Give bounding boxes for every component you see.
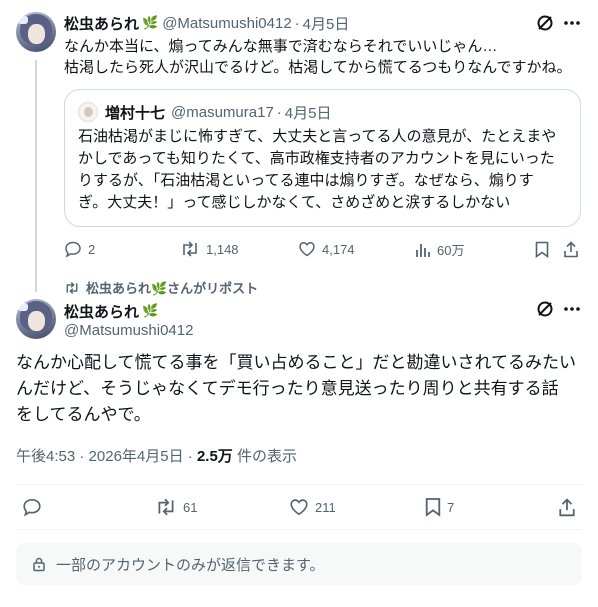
- tweet-meta: 午後4:53 · 2026年4月5日 · 2.5万 件の表示: [16, 445, 297, 466]
- heart-icon: [299, 242, 315, 257]
- author-avatar[interactable]: [16, 299, 56, 339]
- grok-icon[interactable]: [534, 298, 556, 320]
- quoted-text-line: りするが、「石油枯渇といってる連中は煽りすぎ。なぜなら、煽りす: [78, 172, 534, 189]
- bookmark-button[interactable]: [532, 240, 552, 258]
- grok-icon[interactable]: [534, 12, 556, 34]
- repost-count: 1,148: [206, 241, 239, 257]
- bookmark-icon: [535, 241, 549, 258]
- reply-button[interactable]: 2: [64, 240, 95, 258]
- like-button[interactable]: 4,174: [298, 240, 355, 258]
- reply-icon: [65, 241, 81, 258]
- repost-icon: [66, 281, 78, 294]
- views-count: 60万: [437, 243, 465, 258]
- share-button[interactable]: [556, 497, 578, 517]
- separator-dot: ·: [79, 448, 85, 465]
- repost-indicator: 松虫あられ🌿さんがリポスト: [64, 278, 258, 297]
- quoted-tweet-card[interactable]: 増村十七 @masumura17 · 4月5日 石油枯渇がまじに怖すぎて、大丈夫…: [64, 89, 581, 227]
- author-name[interactable]: 松虫あられ: [64, 301, 139, 322]
- lock-icon: [33, 557, 45, 572]
- repost-button[interactable]: 61: [155, 497, 197, 517]
- quoted-author-name: 増村十七: [105, 104, 166, 122]
- divider: [16, 484, 582, 485]
- divider: [16, 529, 582, 530]
- more-options-icon[interactable]: [561, 12, 583, 34]
- reply-icon: [23, 498, 41, 517]
- views-label: 件の表示: [236, 448, 297, 465]
- main-author-handle-row: @Matsumushi0412: [64, 321, 193, 339]
- views-count: 2.5万: [196, 448, 233, 465]
- main-text-line: をしてるんやで。: [16, 405, 151, 424]
- share-icon: [559, 497, 575, 516]
- quoted-author-avatar: [78, 102, 98, 122]
- repost-icon: [183, 241, 197, 257]
- author-name[interactable]: 松虫あられ: [64, 13, 139, 34]
- main-tweet-text: なんか心配して慌てる事を「買い占めること」だと勘違いされてるみたい んだけど、そ…: [16, 350, 576, 428]
- repost-icon: [158, 498, 174, 516]
- tweet-full-date[interactable]: 2026年4月5日: [89, 448, 184, 465]
- quoted-text-line: かしであっても知りたくて、高市政権支持者のアカウントを見にいった: [78, 150, 555, 167]
- share-button[interactable]: [561, 240, 581, 258]
- author-handle[interactable]: @Matsumushi0412: [162, 15, 291, 32]
- like-count: 4,174: [322, 241, 355, 257]
- bookmark-icon: [425, 498, 441, 517]
- tweet-time[interactable]: 午後4:53: [16, 448, 75, 465]
- leaf-icon: 🌿: [142, 15, 159, 30]
- top-tweet-header: 松虫あられ 🌿 @Matsumushi0412 · 4月5日: [64, 13, 349, 33]
- repost-button[interactable]: 1,148: [180, 240, 239, 258]
- main-text-line: なんか心配して慌てる事を「買い占めること」だと勘違いされてるみたい: [16, 353, 576, 372]
- tweet-text-line: 枯渇したら死人が沢山でるけど。枯渇してから慌てるつもりなんですかね。: [64, 59, 572, 76]
- main-author-name-row: 松虫あられ 🌿: [64, 301, 158, 321]
- leaf-icon: 🌿: [142, 303, 159, 318]
- quoted-tweet-date: 4月5日: [284, 104, 332, 122]
- separator-dot: ·: [187, 448, 193, 465]
- author-avatar[interactable]: [16, 12, 56, 52]
- bookmark-button[interactable]: 7: [425, 497, 454, 517]
- reply-restriction-notice: 一部のアカウントのみが返信できます。: [16, 543, 582, 585]
- main-text-line: んだけど、そうじゃなくてデモ行ったり意見送ったり周りと共有する話: [16, 379, 559, 398]
- quoted-text-line: ぎ。大丈夫！」って感じしかなくて、さめざめと涙するしかない: [78, 194, 511, 211]
- tweet-text-line: なんか本当に、煽ってみんな無事で済むならそれでいいじゃん…: [64, 38, 498, 55]
- reply-count: 2: [88, 241, 96, 257]
- repost-count: 61: [183, 499, 198, 515]
- repost-label[interactable]: 松虫あられ🌿さんがリポスト: [86, 278, 258, 297]
- reply-restriction-text: 一部のアカウントのみが返信できます。: [56, 556, 325, 574]
- thread-connector: [35, 60, 37, 292]
- quoted-tweet-text: 石油枯渇がまじに怖すぎて、大丈夫と言ってる人の意見が、たとえまや かしであっても…: [78, 126, 556, 214]
- separator-dot: ·: [276, 103, 282, 121]
- author-handle[interactable]: @Matsumushi0412: [64, 322, 193, 339]
- reply-button[interactable]: [22, 497, 48, 517]
- heart-icon: [290, 499, 308, 516]
- analytics-icon: [416, 243, 430, 257]
- bookmark-count: 7: [447, 499, 455, 515]
- views-button[interactable]: 60万: [415, 240, 464, 259]
- quoted-text-line: 石油枯渇がまじに怖すぎて、大丈夫と言ってる人の意見が、たとえまや: [78, 128, 557, 145]
- more-options-icon[interactable]: [561, 298, 583, 320]
- like-button[interactable]: 211: [289, 497, 336, 517]
- like-count: 211: [315, 499, 336, 515]
- separator-dot: ·: [294, 14, 300, 32]
- share-icon: [564, 240, 578, 257]
- quoted-author-handle: @masumura17: [171, 103, 274, 121]
- quoted-tweet-header: 増村十七 @masumura17 · 4月5日: [105, 102, 331, 122]
- tweet-date[interactable]: 4月5日: [303, 13, 350, 34]
